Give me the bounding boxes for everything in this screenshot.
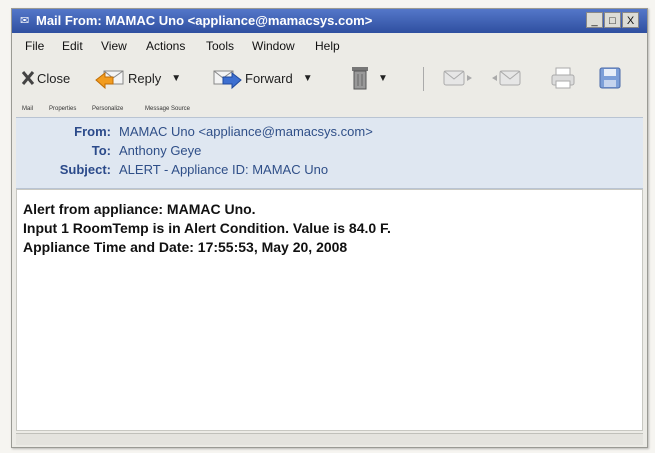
- envelope-next-icon: [442, 67, 474, 89]
- toolbar: Close Reply ▼ Forward ▼ ▼: [12, 57, 647, 99]
- body-line: Appliance Time and Date: 17:55:53, May 2…: [23, 239, 348, 255]
- message-text: Alert from appliance: MAMAC Uno. Input 1…: [23, 200, 391, 257]
- message-header: From: MAMAC Uno <appliance@mamacsys.com>…: [16, 117, 643, 189]
- menu-view[interactable]: View: [101, 39, 127, 53]
- to-label: To:: [91, 143, 111, 158]
- menu-bar: File Edit View Actions Tools Window Help: [12, 35, 647, 55]
- body-line: Input 1 RoomTemp is in Alert Condition. …: [23, 220, 391, 236]
- maximize-button[interactable]: □: [604, 12, 621, 28]
- toolbar-separator: [423, 67, 424, 91]
- tab-personalize[interactable]: Personalize: [92, 106, 123, 112]
- envelope-previous-icon: [490, 67, 522, 89]
- close-button[interactable]: Close: [21, 65, 70, 91]
- subject-label: Subject:: [59, 162, 111, 177]
- save-button[interactable]: [598, 65, 622, 91]
- tab-mail[interactable]: Mail: [22, 106, 33, 112]
- reply-dropdown-icon[interactable]: ▼: [171, 73, 181, 84]
- view-tabs: Mail Properties Personalize Message Sour…: [12, 104, 647, 116]
- next-message-button[interactable]: [442, 65, 474, 91]
- title-bar[interactable]: ✉ Mail From: MAMAC Uno <appliance@mamacs…: [12, 9, 647, 33]
- menu-actions[interactable]: Actions: [146, 39, 185, 53]
- tab-message-source[interactable]: Message Source: [145, 106, 190, 112]
- reply-label: Reply: [128, 70, 162, 86]
- minimize-button[interactable]: _: [586, 12, 603, 28]
- forward-button[interactable]: Forward ▼: [212, 65, 313, 91]
- close-window-button[interactable]: X: [622, 12, 639, 28]
- forward-dropdown-icon[interactable]: ▼: [303, 73, 313, 84]
- menu-edit[interactable]: Edit: [62, 39, 83, 53]
- window-title: Mail From: MAMAC Uno <appliance@mamacsys…: [36, 13, 373, 28]
- mail-app-icon: ✉: [20, 15, 30, 27]
- status-bar: [16, 433, 643, 445]
- from-label: From:: [74, 124, 111, 139]
- menu-file[interactable]: File: [25, 39, 44, 53]
- delete-button[interactable]: ▼: [350, 65, 388, 91]
- tab-properties[interactable]: Properties: [49, 106, 76, 112]
- subject-value: ALERT - Appliance ID: MAMAC Uno: [119, 162, 329, 177]
- reply-arrow-icon: [95, 66, 125, 90]
- printer-icon: [550, 66, 576, 90]
- menu-help[interactable]: Help: [315, 39, 340, 53]
- close-label: Close: [37, 70, 71, 86]
- forward-arrow-icon: [212, 66, 242, 90]
- close-x-icon: [21, 70, 35, 86]
- message-body[interactable]: Alert from appliance: MAMAC Uno. Input 1…: [16, 189, 643, 431]
- menu-tools[interactable]: Tools: [206, 39, 234, 53]
- body-line: Alert from appliance: MAMAC Uno.: [23, 201, 256, 217]
- floppy-save-icon: [598, 66, 622, 90]
- forward-label: Forward: [245, 70, 293, 86]
- menu-window[interactable]: Window: [252, 39, 295, 53]
- delete-dropdown-icon[interactable]: ▼: [378, 73, 388, 84]
- reply-button[interactable]: Reply ▼: [95, 65, 181, 91]
- trash-can-icon: [350, 65, 370, 91]
- mail-window: ✉ Mail From: MAMAC Uno <appliance@mamacs…: [11, 8, 648, 448]
- previous-message-button[interactable]: [490, 65, 522, 91]
- print-button[interactable]: [550, 65, 576, 91]
- to-value[interactable]: Anthony Geye: [119, 143, 201, 158]
- from-value[interactable]: MAMAC Uno <appliance@mamacsys.com>: [119, 124, 373, 139]
